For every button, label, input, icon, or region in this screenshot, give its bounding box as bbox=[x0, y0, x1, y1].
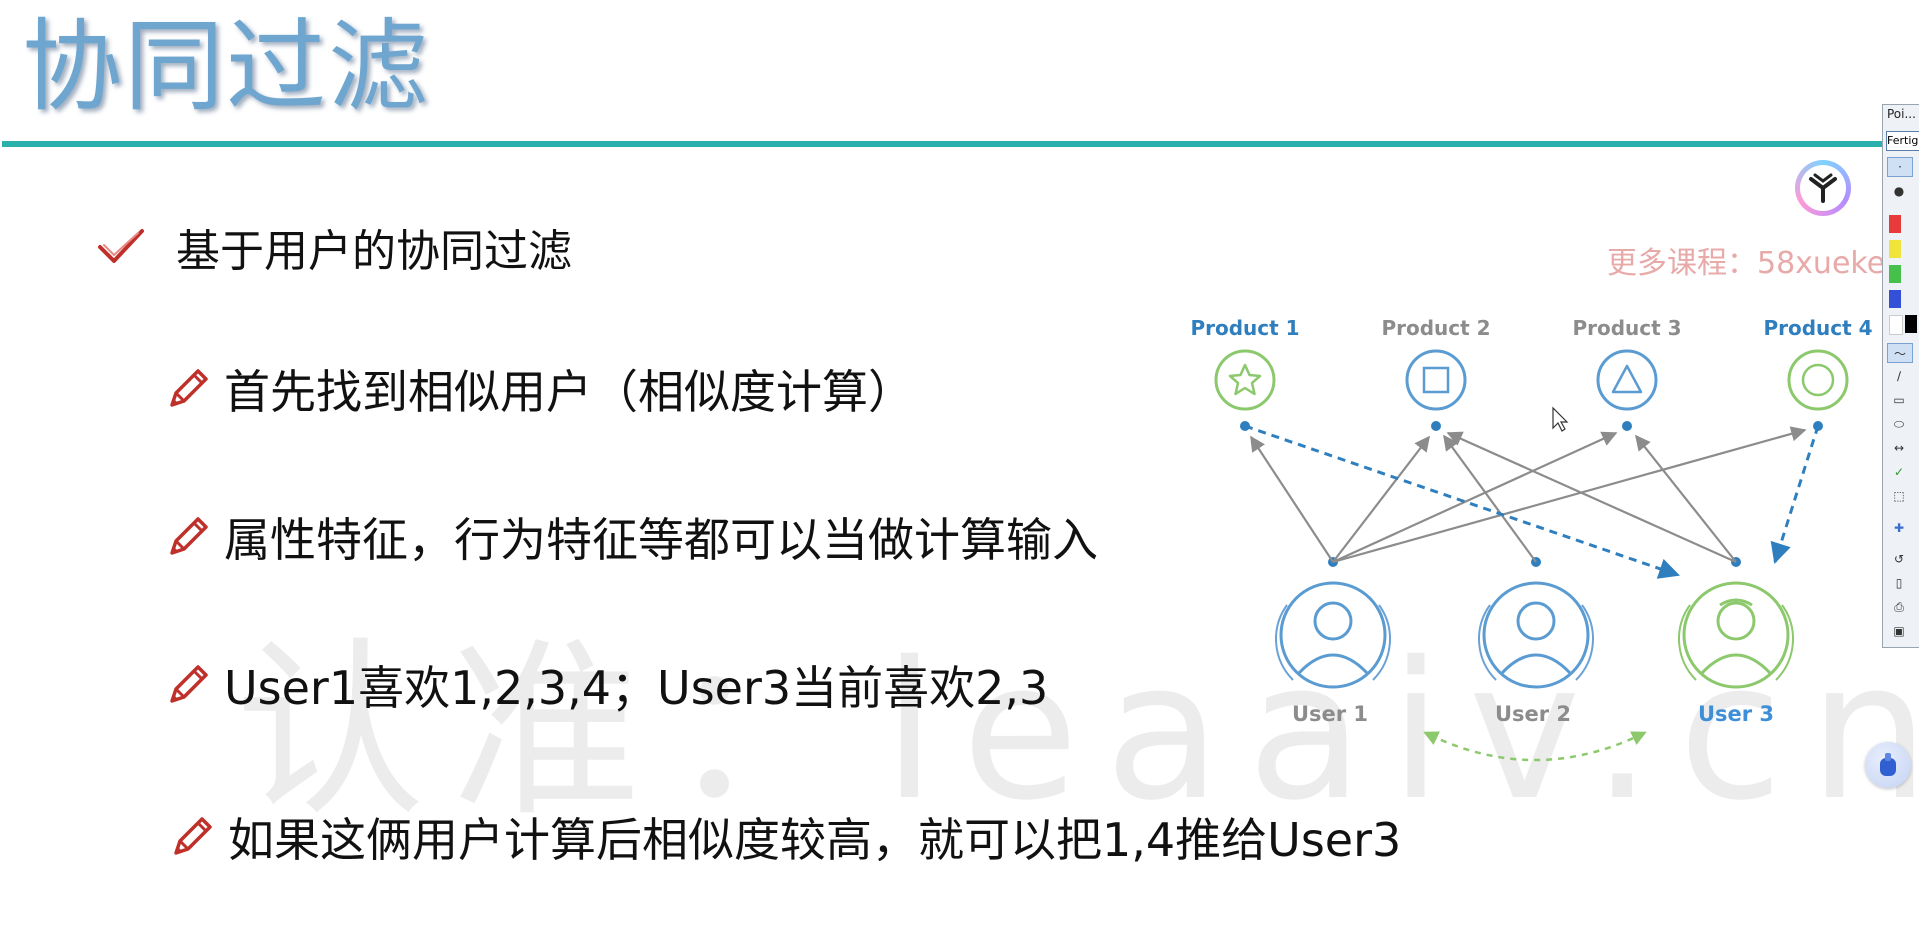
bullet-text: User1喜欢1,2,3,4；User3当前喜欢2,3 bbox=[224, 661, 1049, 715]
bullet-text: 属性特征，行为特征等都可以当做计算输入 bbox=[224, 513, 1098, 567]
bullet-3: User1喜欢1,2,3,4；User3当前喜欢2,3 bbox=[164, 652, 1048, 718]
line-tool[interactable]: ∕ bbox=[1887, 367, 1911, 385]
color-swatch-blue[interactable] bbox=[1889, 290, 1901, 308]
palette-mode-field[interactable]: Fertig bbox=[1886, 131, 1919, 151]
product-node-3 bbox=[1596, 349, 1658, 411]
bullet-1: 首先找到相似用户（相似度计算） bbox=[164, 356, 914, 422]
brand-logo-icon[interactable] bbox=[1795, 160, 1851, 216]
cf-diagram: Product 1 Product 2 Product 3 Product 4 bbox=[1190, 316, 1873, 762]
user-label: User 2 bbox=[1495, 702, 1571, 726]
user-label: User 3 bbox=[1698, 702, 1774, 726]
dot-small-tool[interactable]: · bbox=[1887, 157, 1913, 177]
promo-text: 更多课程：58xueke.co bbox=[1607, 246, 1919, 281]
color-swatch-green[interactable] bbox=[1889, 265, 1901, 283]
mouse-cursor-icon bbox=[1552, 406, 1569, 432]
floating-tool-button[interactable] bbox=[1865, 742, 1911, 788]
product-label: Product 1 bbox=[1190, 316, 1299, 340]
bullet-text: 如果这俩用户计算后相似度较高，就可以把1,4推给User3 bbox=[228, 813, 1402, 867]
star-icon bbox=[1228, 363, 1262, 396]
add-tool[interactable]: ✚ bbox=[1887, 519, 1911, 537]
heading-row: 基于用户的协同过滤 bbox=[96, 215, 572, 279]
user-node-3 bbox=[1678, 581, 1794, 689]
undo-tool[interactable]: ↺ bbox=[1887, 550, 1911, 568]
product-node-4 bbox=[1787, 349, 1849, 411]
color-swatch-white[interactable] bbox=[1889, 315, 1903, 335]
palette-title: Poi... bbox=[1887, 107, 1916, 121]
floating-tool-icon bbox=[1880, 753, 1896, 776]
slide-title: 协同过滤 bbox=[22, 8, 430, 125]
crop-tool[interactable]: ⬚ bbox=[1887, 487, 1911, 505]
title-divider bbox=[2, 141, 1884, 147]
check-tool[interactable]: ✓ bbox=[1887, 463, 1911, 481]
rectangle-tool[interactable]: ▭ bbox=[1887, 391, 1911, 409]
product-node-2 bbox=[1405, 349, 1467, 411]
pencil-icon bbox=[170, 369, 208, 407]
pencil-icon bbox=[170, 517, 208, 555]
user-node-1 bbox=[1275, 581, 1391, 689]
ellipse-tool[interactable]: ⬭ bbox=[1887, 415, 1911, 433]
color-swatch-yellow[interactable] bbox=[1889, 240, 1901, 258]
page-tool[interactable]: ▯ bbox=[1887, 574, 1911, 592]
user-node-2 bbox=[1478, 581, 1594, 689]
product-label: Product 2 bbox=[1381, 316, 1490, 340]
product-node-1 bbox=[1214, 349, 1276, 411]
product-label: Product 3 bbox=[1572, 316, 1681, 340]
color-swatch-red[interactable] bbox=[1889, 215, 1901, 233]
print-tool[interactable]: ⎙ bbox=[1887, 598, 1911, 616]
color-swatch-black[interactable] bbox=[1905, 315, 1917, 333]
section-heading: 基于用户的协同过滤 bbox=[176, 226, 572, 277]
bullet-text: 首先找到相似用户（相似度计算） bbox=[224, 365, 914, 419]
recommendation-edges bbox=[1244, 424, 1820, 579]
similarity-arc bbox=[1423, 731, 1647, 762]
bullet-2: 属性特征，行为特征等都可以当做计算输入 bbox=[164, 504, 1098, 570]
square-icon bbox=[1422, 366, 1450, 394]
pencil-icon bbox=[170, 665, 208, 703]
freehand-tool[interactable]: 〜 bbox=[1887, 343, 1913, 363]
preference-edges bbox=[1250, 426, 1807, 564]
bullet-4: 如果这俩用户计算后相似度较高，就可以把1,4推给User3 bbox=[168, 804, 1401, 870]
product-label: Product 4 bbox=[1763, 316, 1872, 340]
check-icon bbox=[98, 229, 144, 263]
screen-tool[interactable]: ▣ bbox=[1887, 622, 1911, 640]
triangle-icon bbox=[1611, 364, 1643, 394]
ring-icon bbox=[1801, 363, 1835, 397]
pencil-icon bbox=[174, 817, 212, 855]
dot-large-tool[interactable]: ● bbox=[1887, 182, 1911, 200]
user-label: User 1 bbox=[1292, 702, 1368, 726]
arrow-tool[interactable]: ↔ bbox=[1887, 439, 1911, 457]
drawing-palette: Poi... Fertig · ● 〜 ∕ ▭ ⬭ ↔ ✓ ⬚ ✚ ↺ ▯ ⎙ … bbox=[1882, 104, 1919, 648]
